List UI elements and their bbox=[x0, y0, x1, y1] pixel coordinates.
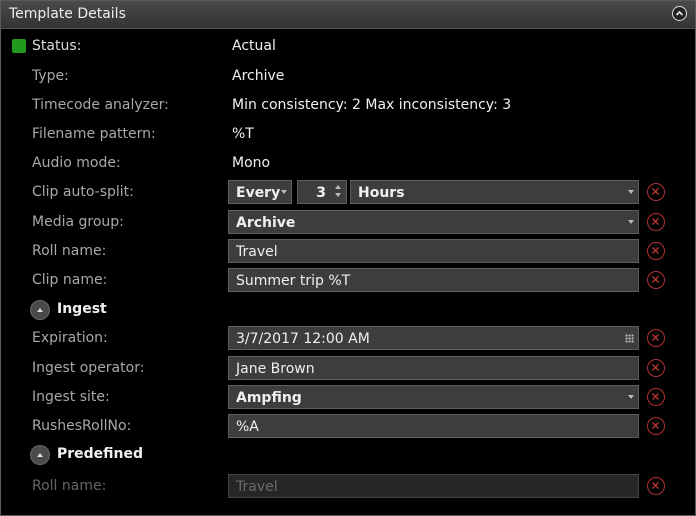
status-row: Status: Actual bbox=[1, 32, 695, 61]
timecode-label: Timecode analyzer: bbox=[32, 97, 169, 113]
ingest-section-title: Ingest bbox=[57, 301, 107, 317]
ingest-collapse-button[interactable] bbox=[30, 300, 50, 320]
dropdown-arrow-icon bbox=[281, 190, 287, 194]
roll-name-input[interactable]: Travel bbox=[228, 239, 639, 263]
predefined-roll-name-value: Travel bbox=[236, 479, 278, 495]
ingest-operator-input[interactable]: Jane Brown bbox=[228, 356, 639, 380]
panel-header: Template Details bbox=[1, 1, 695, 29]
split-count-value: 3 bbox=[316, 185, 326, 201]
predefined-roll-name-input: Travel bbox=[228, 474, 639, 498]
clear-expiration-button[interactable] bbox=[647, 329, 665, 347]
clip-split-label: Clip auto-split: bbox=[32, 184, 134, 200]
predefined-roll-name-row: Roll name: Travel bbox=[1, 472, 695, 501]
media-group-label: Media group: bbox=[32, 214, 124, 230]
close-icon bbox=[651, 421, 660, 430]
clip-name-value: Summer trip %T bbox=[236, 273, 351, 289]
clear-clip-split-button[interactable] bbox=[647, 183, 665, 201]
ingest-site-label: Ingest site: bbox=[32, 389, 110, 405]
clip-name-row: Clip name: Summer trip %T bbox=[1, 266, 695, 295]
audio-row: Audio mode: Mono bbox=[1, 149, 695, 178]
clip-name-label: Clip name: bbox=[32, 272, 108, 288]
clip-split-row: Clip auto-split: Every 3 Hours bbox=[1, 178, 695, 207]
timecode-value: Min consistency: 2 Max inconsistency: 3 bbox=[232, 97, 512, 113]
calendar-icon[interactable] bbox=[625, 334, 634, 343]
roll-name-row: Roll name: Travel bbox=[1, 237, 695, 266]
roll-name-label: Roll name: bbox=[32, 243, 107, 259]
rushes-value: %A bbox=[236, 419, 259, 435]
dropdown-arrow-icon bbox=[628, 220, 634, 224]
close-icon bbox=[651, 275, 660, 284]
audio-value: Mono bbox=[232, 155, 271, 171]
expiration-value: 3/7/2017 12:00 AM bbox=[236, 331, 370, 347]
ingest-site-value: Ampfing bbox=[236, 390, 302, 406]
type-label: Type: bbox=[32, 68, 69, 84]
chevron-up-icon bbox=[37, 308, 43, 312]
split-unit-value: Hours bbox=[358, 185, 405, 201]
split-unit-select[interactable]: Hours bbox=[350, 180, 639, 204]
expiration-label: Expiration: bbox=[32, 330, 108, 346]
clear-rushes-button[interactable] bbox=[647, 417, 665, 435]
collapse-button[interactable] bbox=[672, 6, 687, 21]
ingest-operator-row: Ingest operator: Jane Brown bbox=[1, 354, 695, 383]
close-icon bbox=[651, 481, 660, 490]
close-icon bbox=[651, 363, 660, 372]
dropdown-arrow-icon bbox=[628, 395, 634, 399]
type-value: Archive bbox=[232, 68, 285, 84]
clear-ingest-site-button[interactable] bbox=[647, 388, 665, 406]
predefined-roll-name-label: Roll name: bbox=[32, 478, 107, 494]
template-details-panel: Template Details Status: Actual Type: Ar… bbox=[0, 0, 696, 516]
predefined-collapse-button[interactable] bbox=[30, 445, 50, 465]
ingest-operator-value: Jane Brown bbox=[236, 361, 315, 377]
panel-title: Template Details bbox=[9, 6, 126, 22]
audio-label: Audio mode: bbox=[32, 155, 121, 171]
timecode-row: Timecode analyzer: Min consistency: 2 Ma… bbox=[1, 91, 695, 120]
expiration-date-picker[interactable]: 3/7/2017 12:00 AM bbox=[228, 326, 639, 350]
status-indicator-icon bbox=[12, 39, 26, 53]
rushes-label: RushesRollNo: bbox=[32, 418, 132, 434]
status-value: Actual bbox=[232, 38, 276, 54]
status-label: Status: bbox=[32, 38, 82, 54]
expiration-row: Expiration: 3/7/2017 12:00 AM bbox=[1, 324, 695, 353]
clear-ingest-operator-button[interactable] bbox=[647, 359, 665, 377]
filename-row: Filename pattern: %T bbox=[1, 120, 695, 149]
ingest-operator-label: Ingest operator: bbox=[32, 360, 145, 376]
clear-roll-name-button[interactable] bbox=[647, 242, 665, 260]
close-icon bbox=[651, 392, 660, 401]
rushes-input[interactable]: %A bbox=[228, 414, 639, 438]
clip-name-input[interactable]: Summer trip %T bbox=[228, 268, 639, 292]
chevron-up-icon bbox=[37, 453, 43, 457]
ingest-section-header: Ingest bbox=[1, 296, 695, 325]
split-count-stepper[interactable]: 3 bbox=[297, 180, 347, 204]
clear-clip-name-button[interactable] bbox=[647, 271, 665, 289]
close-icon bbox=[651, 187, 660, 196]
ingest-site-row: Ingest site: Ampfing bbox=[1, 383, 695, 412]
predefined-section-title: Predefined bbox=[57, 446, 144, 462]
roll-name-value: Travel bbox=[236, 244, 278, 260]
ingest-site-select[interactable]: Ampfing bbox=[228, 385, 639, 409]
close-icon bbox=[651, 333, 660, 342]
dropdown-arrow-icon bbox=[628, 190, 634, 194]
split-mode-select[interactable]: Every bbox=[228, 180, 292, 204]
filename-label: Filename pattern: bbox=[32, 126, 156, 142]
media-group-select[interactable]: Archive bbox=[228, 210, 639, 234]
predefined-section-header: Predefined bbox=[1, 441, 695, 470]
spin-up-icon[interactable] bbox=[335, 185, 341, 189]
type-row: Type: Archive bbox=[1, 62, 695, 91]
chevron-up-icon bbox=[675, 10, 684, 16]
clear-predefined-roll-name-button[interactable] bbox=[647, 477, 665, 495]
close-icon bbox=[651, 217, 660, 226]
media-group-row: Media group: Archive bbox=[1, 208, 695, 237]
media-group-value: Archive bbox=[236, 215, 296, 231]
close-icon bbox=[651, 246, 660, 255]
spin-down-icon[interactable] bbox=[335, 193, 341, 197]
split-mode-value: Every bbox=[236, 185, 281, 201]
filename-value: %T bbox=[232, 126, 254, 142]
rushes-row: RushesRollNo: %A bbox=[1, 412, 695, 441]
clear-media-group-button[interactable] bbox=[647, 213, 665, 231]
